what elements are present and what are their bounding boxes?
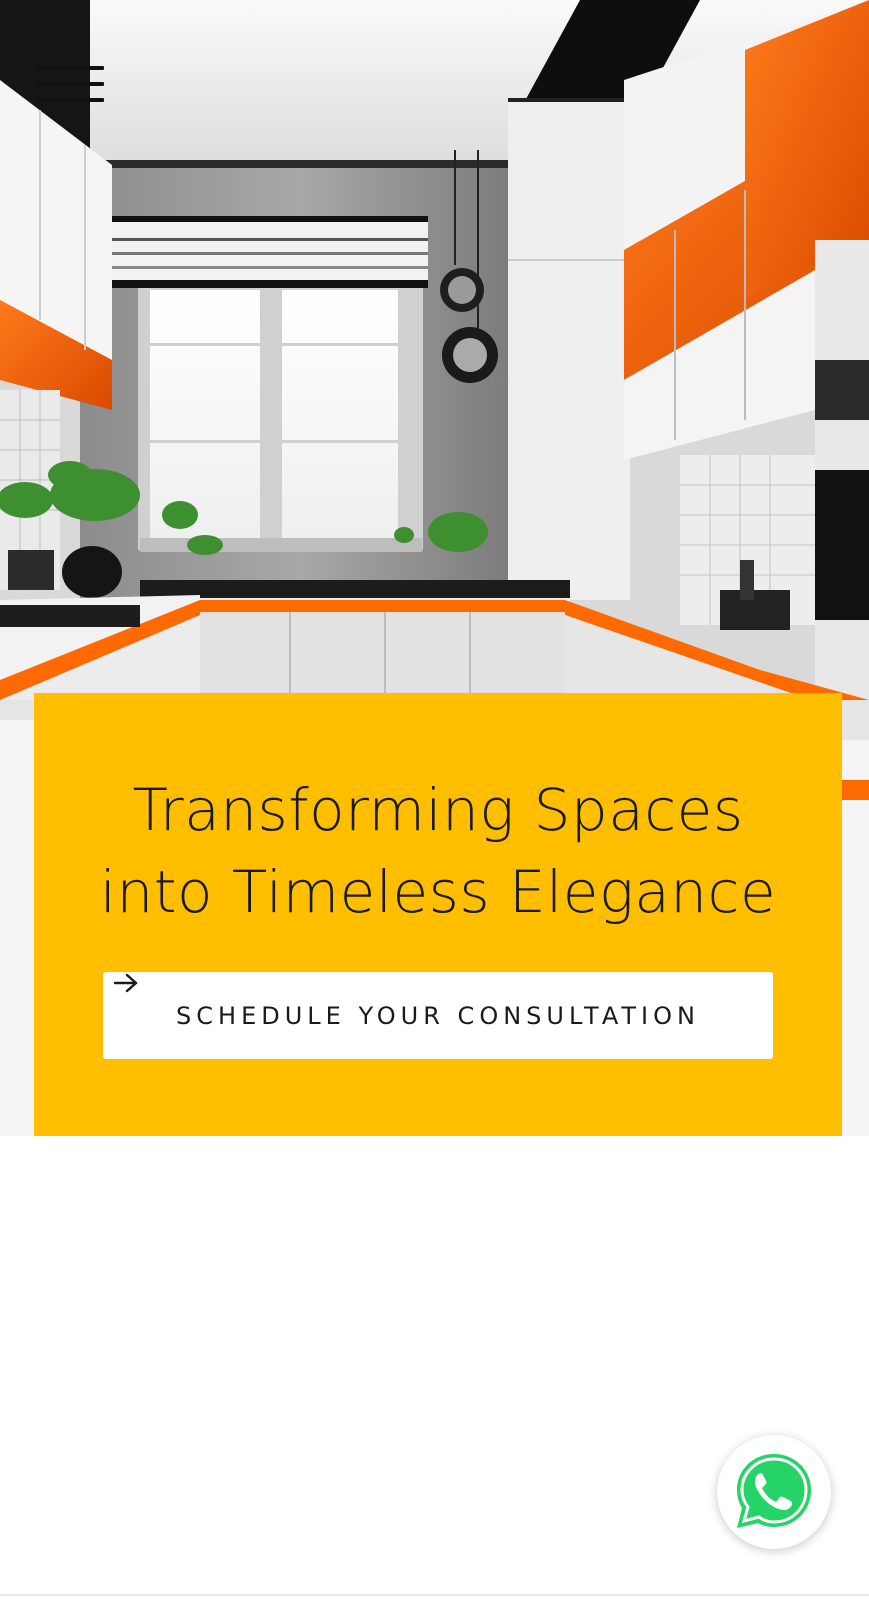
schedule-consultation-label: SCHEDULE YOUR CONSULTATION <box>176 1001 700 1030</box>
arrow-right-icon <box>113 973 138 993</box>
whatsapp-button[interactable] <box>717 1435 831 1549</box>
menu-bar-middle <box>36 82 104 86</box>
menu-bar-top <box>36 66 104 70</box>
hero-title-line-1: Transforming Spaces <box>132 776 744 844</box>
hamburger-menu-icon[interactable] <box>36 66 106 106</box>
whatsapp-icon <box>737 1454 811 1528</box>
hero-title: Transforming Spaces into Timeless Elegan… <box>34 769 842 933</box>
bottom-divider <box>0 1594 869 1596</box>
hero-title-line-2: into Timeless Elegance <box>99 858 777 926</box>
hero-image: Transforming Spaces into Timeless Elegan… <box>0 0 869 1136</box>
hero-card: Transforming Spaces into Timeless Elegan… <box>34 693 842 1136</box>
schedule-consultation-button[interactable]: SCHEDULE YOUR CONSULTATION <box>103 972 773 1059</box>
menu-bar-bottom <box>36 98 104 102</box>
